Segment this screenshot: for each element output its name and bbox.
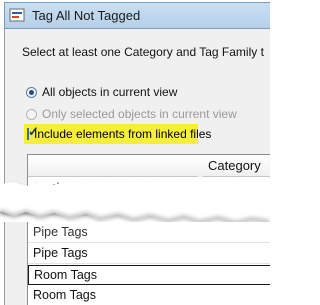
all-objects-radio-option[interactable]: All objects in current view [26, 84, 177, 100]
list-item[interactable]: Room Tags [28, 286, 270, 305]
selected-objects-label: Only selected objects in current view [42, 107, 237, 121]
category-header-label: Category [208, 158, 261, 173]
list-item-focused[interactable]: Room Tags [28, 265, 270, 285]
list-item[interactable]: Pipe Tags [28, 223, 270, 243]
instruction-text: Select at least one Category and Tag Fam… [22, 45, 264, 59]
selected-objects-radio [26, 108, 37, 120]
include-linked-files-option[interactable]: ✓ Include elements from linked files [24, 124, 211, 144]
tag-app-icon [9, 8, 25, 22]
all-objects-label: All objects in current view [42, 85, 178, 99]
checkmark-icon: ✓ [28, 124, 39, 139]
selected-objects-radio-option: Only selected objects in current view [26, 106, 237, 122]
category-list-lower[interactable]: Pipe Tags Pipe Tags Room Tags Room Tags [27, 222, 270, 305]
title-bar[interactable]: Tag All Not Tagged [4, 2, 270, 29]
list-item[interactable]: Pipe Tags [28, 244, 270, 264]
include-linked-files-label: Include elements from linked files [34, 127, 212, 141]
dialog-screenshot: Tag All Not Tagged Select at least one C… [0, 0, 270, 305]
window-title: Tag All Not Tagged [32, 8, 141, 23]
all-objects-radio[interactable] [26, 86, 37, 98]
include-linked-files-checkbox[interactable]: ✓ [27, 125, 39, 140]
